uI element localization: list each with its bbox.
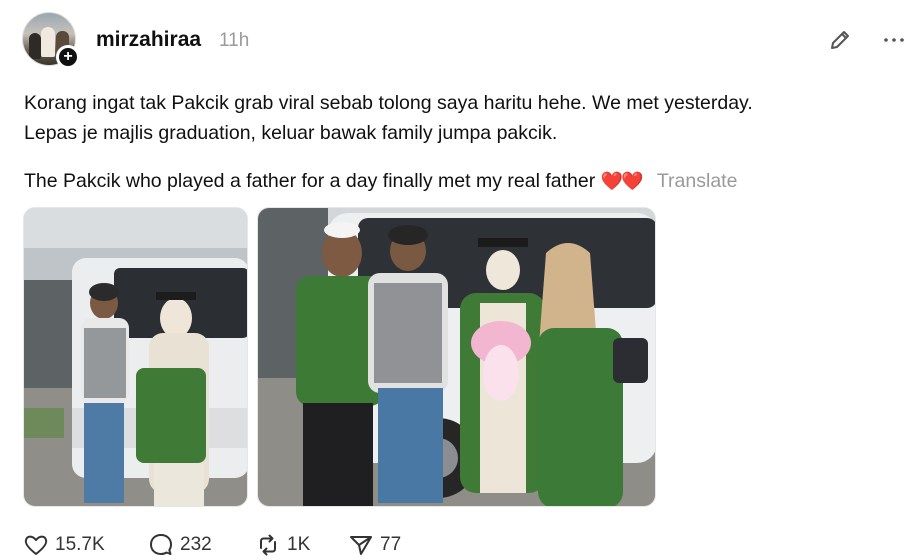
comment-button[interactable]: 232: [148, 531, 212, 559]
comment-count: 232: [180, 534, 212, 555]
timestamp[interactable]: 11h: [219, 30, 249, 52]
post-text-line-2: Lepas je majlis graduation, keluar bawak…: [24, 122, 558, 144]
heart-icon: [24, 535, 48, 555]
repost-icon: [260, 534, 276, 556]
hearts-emoji: ❤️❤️: [600, 171, 644, 191]
like-button[interactable]: 15.7K: [23, 531, 105, 559]
comment-bubble-icon: [150, 534, 172, 555]
post-text-line-1: Korang ingat tak Pakcik grab viral sebab…: [24, 92, 753, 114]
pencil-icon[interactable]: [826, 26, 854, 54]
post-photo-2[interactable]: [257, 207, 656, 507]
post-photo-1[interactable]: [23, 207, 248, 507]
username[interactable]: mirzahiraa: [96, 28, 201, 52]
translate-link[interactable]: Translate: [657, 170, 738, 192]
share-button[interactable]: 77: [348, 531, 401, 559]
share-count: 77: [380, 534, 402, 555]
like-count: 15.7K: [55, 534, 105, 555]
send-icon: [350, 536, 372, 555]
repost-button[interactable]: 1K: [255, 531, 310, 559]
follow-plus-icon[interactable]: +: [56, 45, 80, 69]
avatar-container[interactable]: +: [22, 12, 80, 69]
repost-count: 1K: [287, 534, 311, 555]
post-text-line-3-body: The Pakcik who played a father for a day…: [24, 170, 596, 192]
post-text-line-3: The Pakcik who played a father for a day…: [24, 166, 737, 196]
more-horizontal-icon[interactable]: [880, 26, 908, 54]
